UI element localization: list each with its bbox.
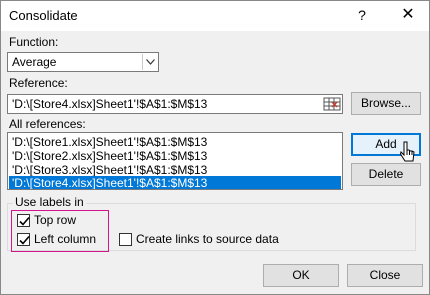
left-column-label[interactable]: Left column bbox=[34, 232, 96, 246]
close-window-button[interactable]: ✕ bbox=[394, 4, 422, 26]
create-links-checkbox[interactable] bbox=[119, 233, 132, 246]
function-label: Function: bbox=[9, 35, 59, 49]
dialog-title: Consolidate bbox=[9, 8, 78, 23]
left-column-checkbox[interactable] bbox=[17, 233, 30, 246]
list-item[interactable]: 'D:\[Store3.xlsx]Sheet1'!$A$1:$M$13 bbox=[9, 163, 341, 177]
delete-button[interactable]: Delete bbox=[351, 163, 421, 186]
close-button[interactable]: Close bbox=[347, 264, 423, 287]
list-item[interactable]: 'D:\[Store2.xlsx]Sheet1'!$A$1:$M$13 bbox=[9, 149, 341, 163]
all-references-list[interactable]: 'D:\[Store1.xlsx]Sheet1'!$A$1:$M$13 'D:\… bbox=[7, 132, 343, 190]
list-item[interactable]: 'D:\[Store1.xlsx]Sheet1'!$A$1:$M$13 bbox=[9, 135, 341, 149]
browse-button[interactable]: Browse... bbox=[351, 92, 421, 115]
title-bar: Consolidate ? ✕ bbox=[1, 1, 429, 31]
mouse-cursor-icon bbox=[400, 141, 415, 162]
list-item-selected[interactable]: 'D:\[Store4.xlsx]Sheet1'!$A$1:$M$13 bbox=[9, 176, 341, 189]
reference-value: 'D:\[Store4.xlsx]Sheet1'!$A$1:$M$13 bbox=[12, 97, 208, 111]
reference-label: Reference: bbox=[9, 76, 68, 90]
function-selected-value: Average bbox=[12, 55, 57, 69]
range-picker-icon[interactable] bbox=[323, 96, 341, 112]
top-row-label[interactable]: Top row bbox=[34, 213, 76, 227]
help-button[interactable]: ? bbox=[350, 4, 374, 26]
reference-input[interactable]: 'D:\[Store4.xlsx]Sheet1'!$A$1:$M$13 bbox=[7, 94, 343, 114]
consolidate-dialog: Consolidate ? ✕ Function: Average Refere… bbox=[0, 0, 430, 295]
top-row-checkbox[interactable] bbox=[17, 214, 30, 227]
chevron-down-icon[interactable] bbox=[142, 54, 157, 70]
function-dropdown[interactable]: Average bbox=[7, 52, 159, 72]
use-labels-title: Use labels in bbox=[13, 195, 86, 209]
ok-button[interactable]: OK bbox=[263, 264, 339, 287]
all-references-label: All references: bbox=[9, 117, 86, 131]
create-links-label[interactable]: Create links to source data bbox=[136, 232, 279, 246]
